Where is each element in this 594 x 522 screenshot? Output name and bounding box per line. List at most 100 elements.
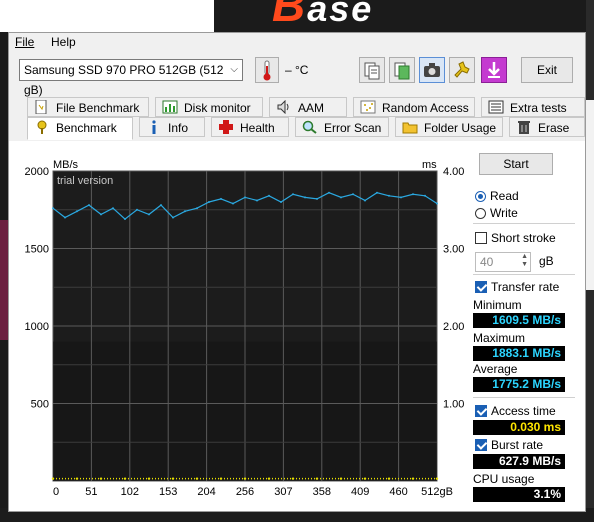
transfer-rate-checkbox[interactable]: Transfer rate — [475, 280, 559, 294]
chart-x-tick-label: 460 — [389, 486, 407, 498]
divider — [473, 274, 575, 275]
transfer-rate-point — [280, 201, 282, 203]
cpu-usage-label: CPU usage — [473, 472, 535, 486]
chart-y-tick-label: 1500 — [25, 244, 49, 256]
maximum-label: Maximum — [473, 331, 526, 345]
transfer-rate-point — [112, 207, 114, 210]
access-time-point — [411, 477, 415, 480]
access-time-point — [363, 477, 367, 480]
transfer-rate-point — [148, 213, 150, 216]
cpu-usage-value: 3.1% — [473, 487, 565, 502]
temperature-readout: – °C — [285, 63, 309, 77]
transfer-rate-point — [436, 202, 438, 205]
chart-right-axis-unit: ms — [422, 159, 437, 171]
average-label: Average — [473, 362, 518, 376]
read-radio[interactable]: Read — [475, 189, 519, 203]
spinner-arrows-icon: ▲ ▼ — [521, 253, 528, 268]
menu-bar: File Help — [9, 33, 585, 51]
chart-x-tick-label: 358 — [313, 486, 331, 498]
transfer-rate-point — [244, 196, 246, 199]
chart-x-tick-label: 0 — [53, 486, 59, 498]
tab-disk-monitor[interactable]: Disk monitor — [155, 97, 263, 117]
copy-info-icon — [394, 62, 410, 80]
tab-erase[interactable]: Erase — [509, 117, 585, 137]
random-access-icon — [360, 100, 376, 114]
menu-help[interactable]: Help — [51, 35, 76, 49]
transfer-rate-point — [160, 204, 162, 207]
screenshot-button[interactable] — [419, 57, 445, 83]
drive-select-value: Samsung SSD 970 PRO 512GB (512 gB) — [24, 63, 224, 97]
background-left-strip — [0, 220, 8, 340]
benchmark-chart-svg: MB/s ms 0 51 102 153 204 256 307 358 409 460 512gB… — [25, 159, 465, 498]
chart-x-tick-label: 51 — [85, 486, 97, 498]
transfer-rate-point — [376, 191, 378, 194]
access-time-point — [123, 477, 127, 480]
tab-health[interactable]: Health — [211, 117, 289, 137]
write-radio[interactable]: Write — [475, 206, 518, 220]
access-time-value: 0.030 ms — [473, 420, 565, 435]
transfer-rate-point — [196, 207, 198, 210]
tab-error-scan[interactable]: Error Scan — [295, 117, 389, 137]
desktop-window-edge — [0, 0, 214, 32]
access-time-point — [99, 477, 103, 480]
access-time-point — [267, 477, 271, 480]
transfer-rate-point — [184, 210, 186, 213]
transfer-rate-point — [76, 210, 78, 213]
transfer-rate-point — [220, 197, 222, 200]
short-stroke-unit: gB — [539, 254, 554, 268]
access-time-checkbox[interactable]: Access time — [475, 404, 556, 418]
checkbox-box — [475, 281, 487, 293]
checkbox-box — [475, 405, 487, 417]
short-stroke-checkbox[interactable]: Short stroke — [475, 231, 556, 245]
save-button[interactable] — [481, 57, 507, 83]
save-download-icon — [488, 62, 500, 78]
chart-x-tick-label: 512gB — [421, 486, 453, 498]
info-icon — [152, 120, 156, 134]
disk-monitor-icon — [162, 100, 178, 114]
options-icon — [454, 61, 470, 78]
transfer-rate-point — [52, 207, 54, 210]
tab-benchmark[interactable]: Benchmark — [27, 117, 133, 140]
transfer-rate-point — [64, 216, 66, 219]
access-time-point — [147, 477, 151, 480]
hdtune-window: File Help Samsung SSD 970 PRO 512GB (512… — [8, 32, 586, 512]
background-logo: Base — [272, 0, 374, 31]
chart-y-tick-label: 2000 — [25, 166, 49, 178]
short-stroke-input[interactable]: 40 ▲ ▼ — [475, 252, 531, 272]
tab-extra-tests[interactable]: Extra tests — [481, 97, 585, 117]
checkbox-box — [475, 232, 487, 244]
tab-folder-usage[interactable]: Folder Usage — [395, 117, 503, 137]
divider — [473, 397, 575, 398]
access-time-point — [195, 477, 199, 480]
write-radio-dot — [475, 208, 486, 219]
transfer-rate-point — [424, 194, 426, 197]
copy-info-button[interactable] — [389, 57, 415, 83]
burst-rate-checkbox[interactable]: Burst rate — [475, 438, 543, 452]
transfer-rate-point — [352, 193, 354, 196]
exit-button[interactable]: Exit — [521, 57, 573, 83]
tab-aam[interactable]: AAM — [269, 97, 347, 117]
chart-right-tick-label: 3.00 — [443, 244, 464, 256]
chart-y-tick-label: 500 — [31, 399, 49, 411]
start-button[interactable]: Start — [479, 153, 553, 175]
access-time-point — [51, 477, 55, 480]
benchmark-icon — [37, 120, 47, 134]
menu-file[interactable]: File — [15, 35, 34, 49]
copy-text-button[interactable] — [359, 57, 385, 83]
chart-right-tick-label: 2.00 — [443, 321, 464, 333]
tab-random-access[interactable]: Random Access — [353, 97, 475, 117]
transfer-rate-point — [364, 199, 366, 202]
tab-info[interactable]: Info — [139, 117, 205, 137]
copy-text-icon — [364, 62, 380, 80]
minimum-value: 1609.5 MB/s — [473, 313, 565, 328]
drive-select[interactable]: Samsung SSD 970 PRO 512GB (512 gB) ⌵ — [19, 59, 243, 97]
chart-x-tick-label: 256 — [236, 486, 254, 498]
transfer-rate-point — [292, 193, 294, 196]
options-button[interactable] — [449, 57, 475, 83]
chart-y-tick-label: 1000 — [25, 321, 49, 333]
average-value: 1775.2 MB/s — [473, 377, 565, 392]
screenshot-camera-icon — [424, 63, 440, 77]
tab-file-benchmark[interactable]: File Benchmark — [27, 97, 149, 117]
temperature-button[interactable] — [255, 57, 279, 83]
folder-icon — [402, 122, 418, 134]
